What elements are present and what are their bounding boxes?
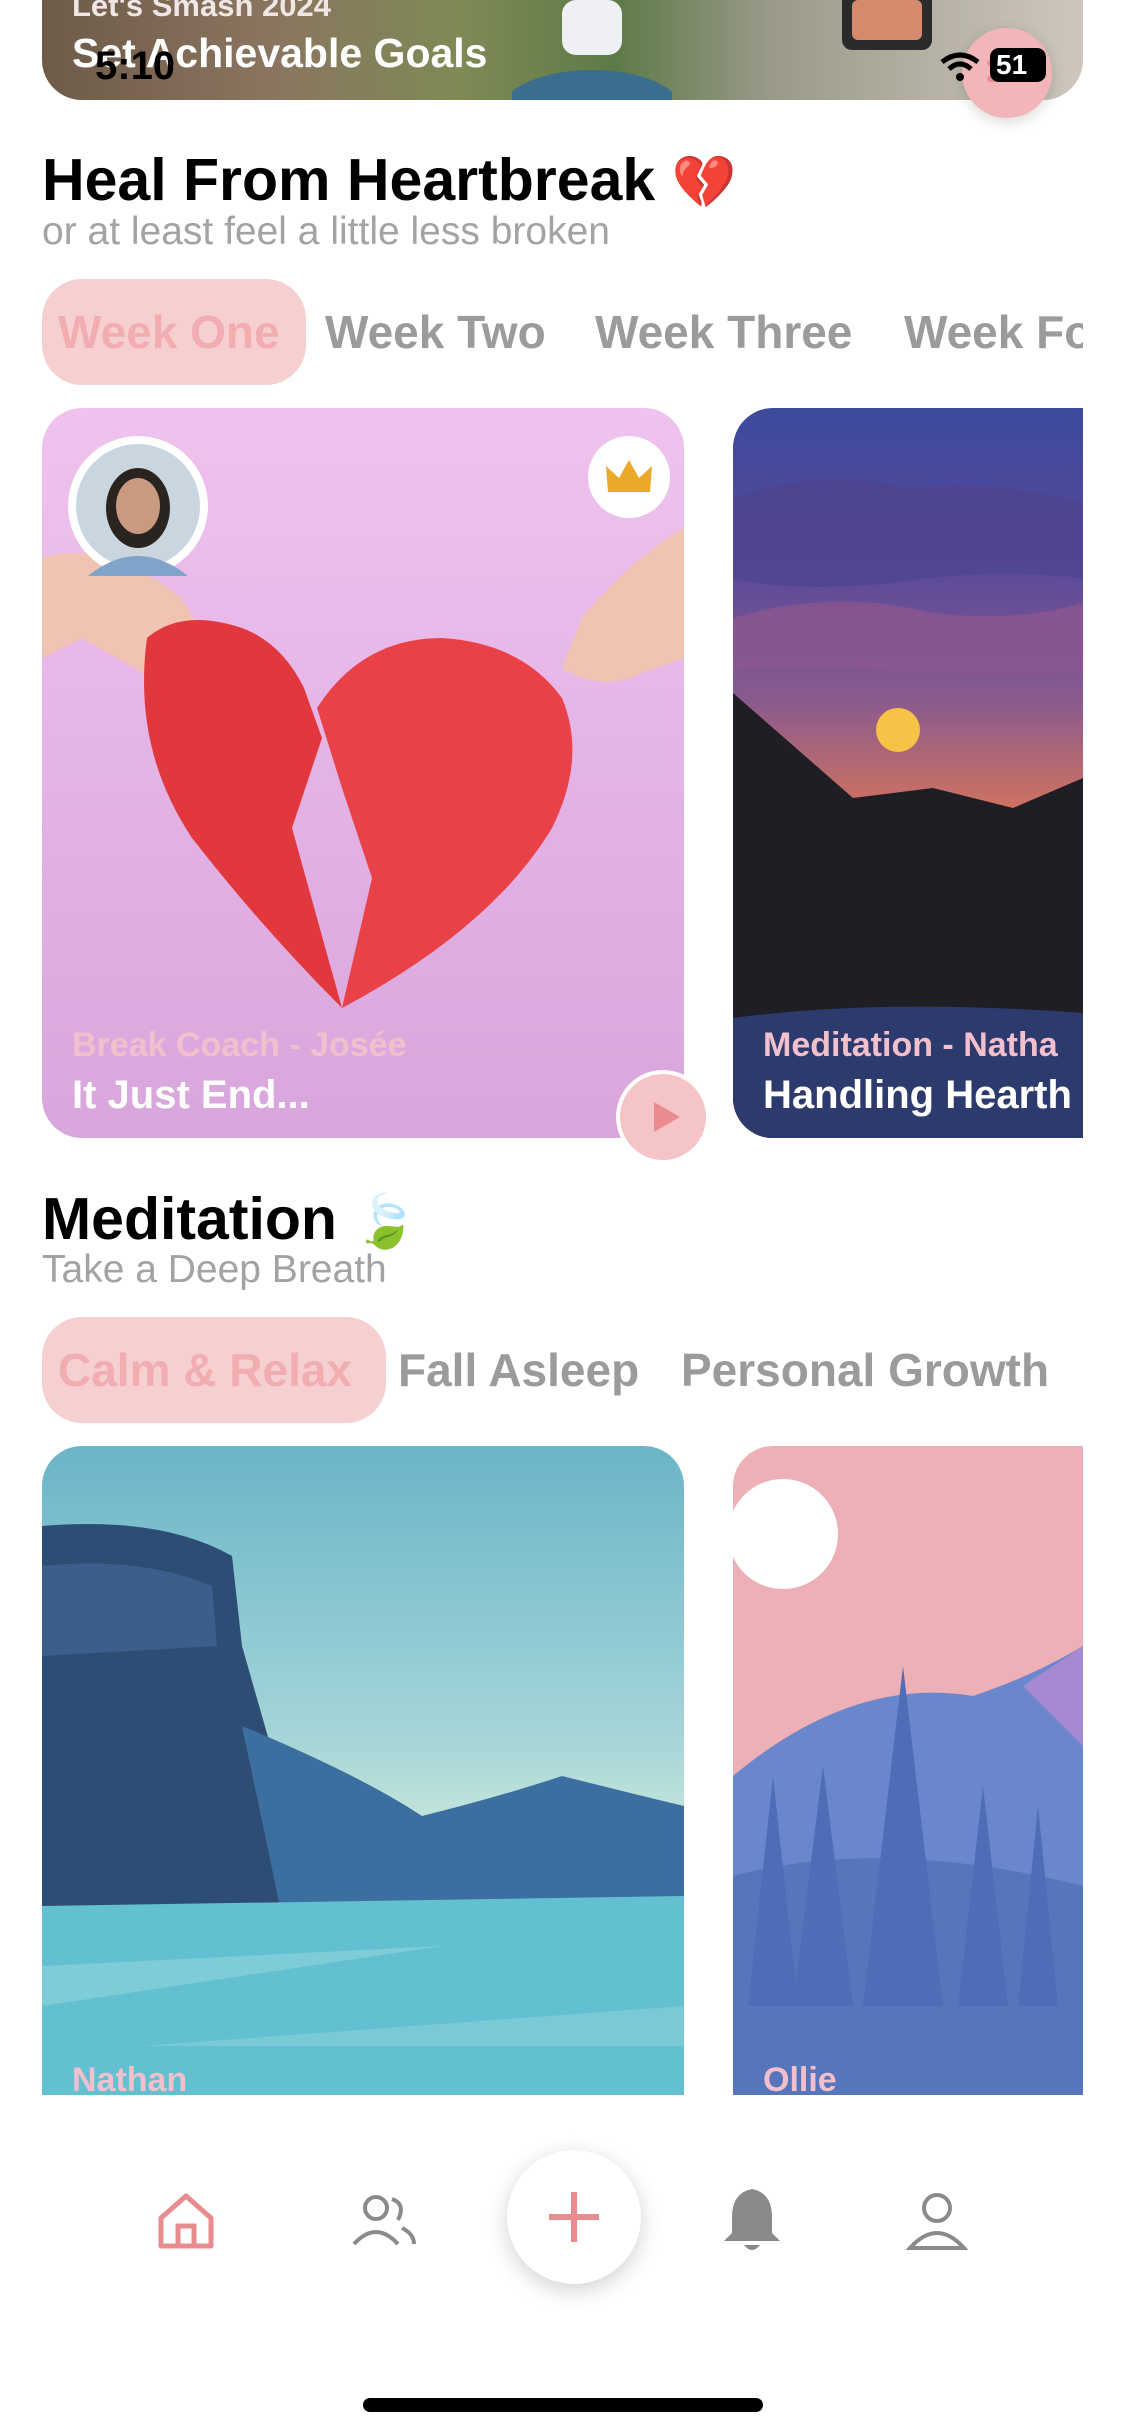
section-title-heartbreak: Heal From Heartbreak 💔 <box>42 146 736 214</box>
tab-week-one[interactable]: Week One <box>42 279 306 385</box>
leaf-icon: 🍃 <box>353 1193 419 1251</box>
card-category: Meditation - Natha <box>763 1026 1058 1064</box>
banner-subtitle: Let's Smash 2024 <box>72 0 331 23</box>
crown-icon <box>606 460 652 492</box>
play-button[interactable] <box>616 1070 710 1164</box>
meditation-card-1[interactable]: Nathan <box>42 1446 684 2096</box>
status-time: 5:10 <box>95 44 176 88</box>
bell-icon[interactable] <box>720 2185 784 2255</box>
home-icon[interactable] <box>155 2190 217 2252</box>
heartbreak-card-1[interactable]: Break Coach - Josée It Just End... <box>42 408 684 1138</box>
tab-calm-relax[interactable]: Calm & Relax <box>42 1317 386 1423</box>
card-category: Break Coach - Josée <box>72 1026 407 1064</box>
tab-fall-asleep[interactable]: Fall Asleep <box>398 1317 639 1423</box>
coach-avatar[interactable] <box>68 436 208 576</box>
section-title-meditation: Meditation 🍃 <box>42 1185 418 1253</box>
community-icon[interactable] <box>350 2190 418 2252</box>
broken-heart-icon: 💔 <box>671 154 737 212</box>
add-button[interactable] <box>507 2150 641 2284</box>
wifi-icon <box>940 52 980 81</box>
avatar-photo <box>76 444 200 576</box>
tab-week-two[interactable]: Week Two <box>325 279 546 385</box>
home-indicator[interactable] <box>363 2398 763 2412</box>
banner-photo-person <box>512 0 672 100</box>
meditation-title-text: Meditation <box>42 1186 337 1252</box>
section-subtitle-meditation: Take a Deep Breath <box>42 1248 387 1291</box>
battery-icon: 51 <box>990 48 1046 82</box>
tab-week-three[interactable]: Week Three <box>595 279 852 385</box>
card-category: Nathan <box>72 2061 188 2096</box>
lake-illustration <box>42 1524 684 2096</box>
tab-personal-growth[interactable]: Personal Growth <box>681 1317 1049 1423</box>
forest-illustration <box>733 1479 1083 2096</box>
play-icon <box>654 1102 680 1132</box>
heartbreak-card-2[interactable]: Meditation - Natha Handling Hearth <box>733 408 1083 1138</box>
profile-icon[interactable] <box>906 2190 968 2252</box>
meditation-tabs: Calm & Relax Fall Asleep Personal Growth <box>42 1317 1083 1423</box>
bottom-navigation <box>0 2095 1125 2436</box>
banner-photo-phone <box>842 0 932 50</box>
tab-week-four[interactable]: Week Fo <box>904 279 1083 385</box>
card-category: Ollie <box>763 2061 837 2096</box>
add-icon <box>549 2192 599 2242</box>
heartbreak-title-text: Heal From Heartbreak <box>42 147 656 213</box>
card-title: Handling Hearth <box>763 1073 1072 1117</box>
premium-badge <box>588 436 670 518</box>
card-title: It Just End... <box>72 1073 310 1117</box>
status-indicators: 51 <box>940 46 1080 86</box>
meditation-card-2[interactable]: Ollie <box>733 1446 1083 2096</box>
week-tabs: Week One Week Two Week Three Week Fo <box>42 279 1083 385</box>
section-subtitle-heartbreak: or at least feel a little less broken <box>42 210 610 253</box>
